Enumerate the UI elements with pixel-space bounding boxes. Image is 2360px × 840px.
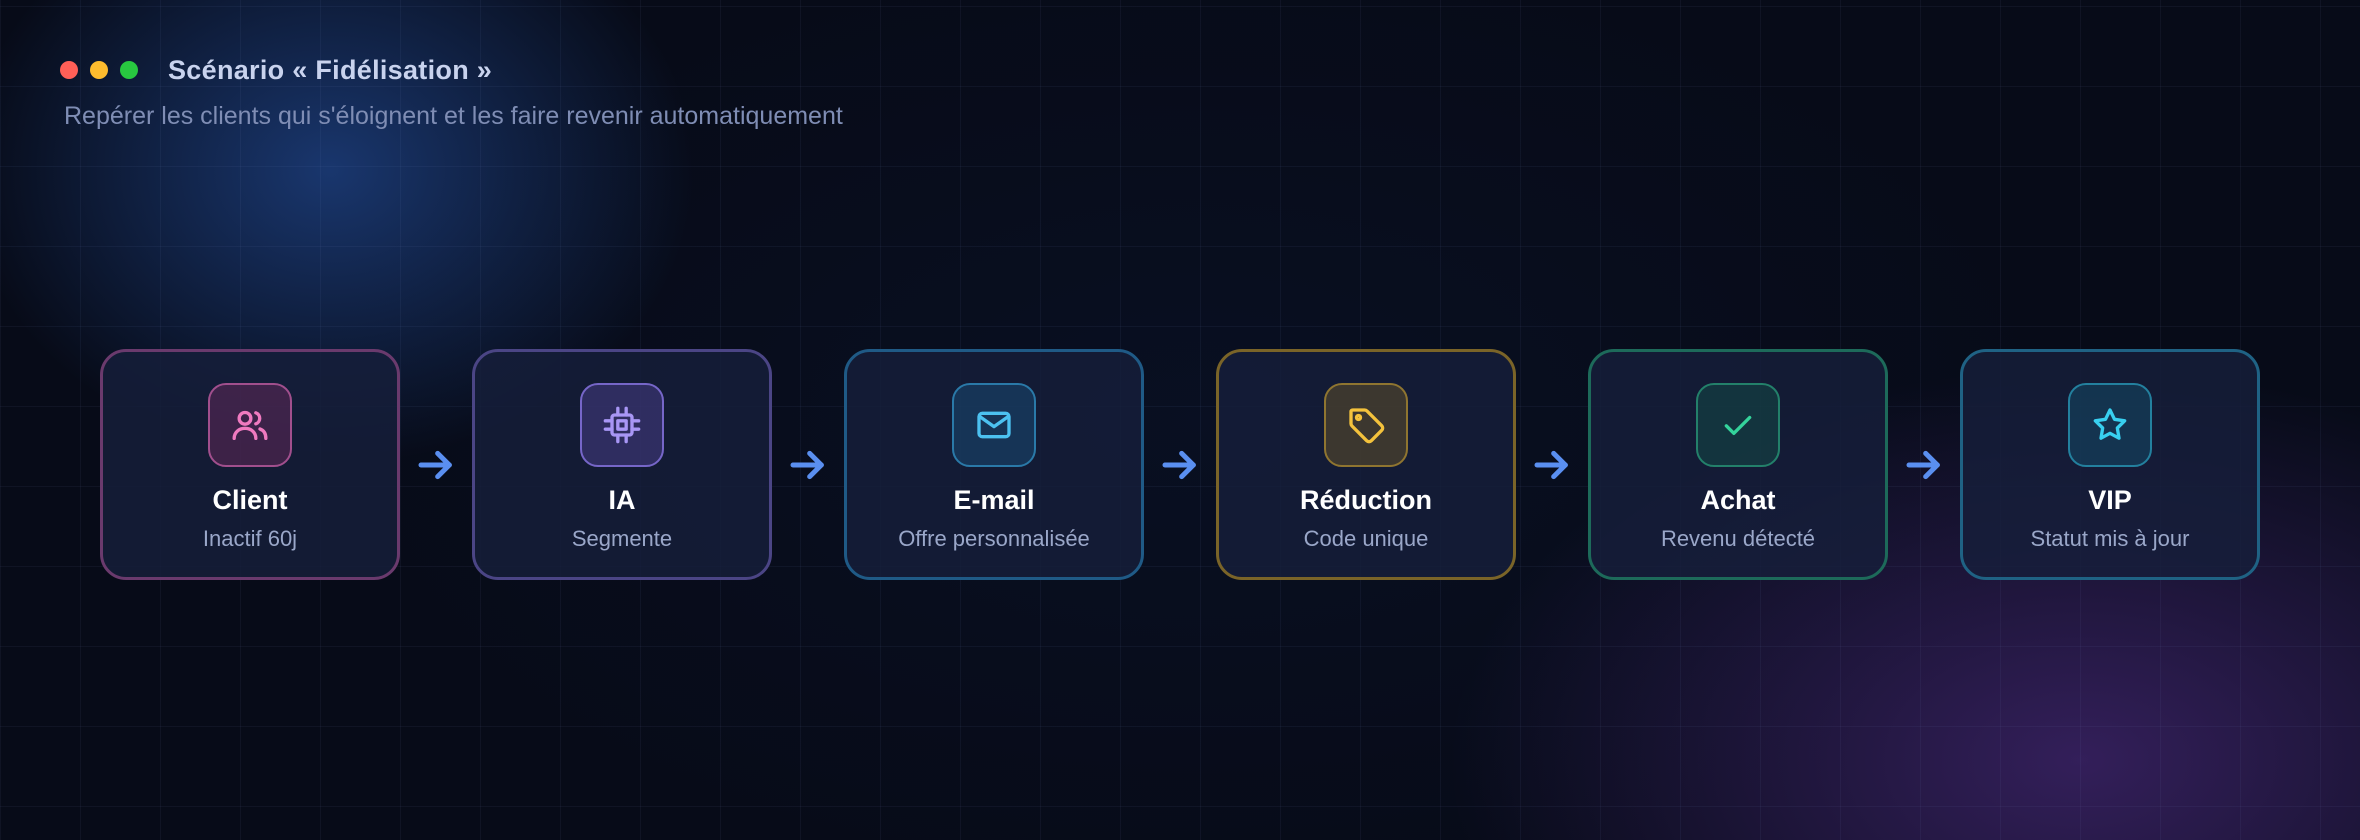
minimize-window-dot[interactable] <box>90 61 108 79</box>
mail-icon <box>952 383 1036 467</box>
step-card-reduction[interactable]: Réduction Code unique <box>1216 349 1516 580</box>
step-subtitle: Segmente <box>571 526 673 551</box>
step-subtitle: Offre personnalisée <box>898 526 1090 551</box>
step-title: Réduction <box>1300 485 1432 515</box>
step-subtitle: Revenu détecté <box>1660 526 1816 551</box>
arrow-right-icon <box>1144 435 1216 495</box>
check-icon <box>1696 383 1780 467</box>
step-title: Client <box>212 485 288 515</box>
maximize-window-dot[interactable] <box>120 61 138 79</box>
step-title: IA <box>608 485 636 515</box>
step-card-email[interactable]: E-mail Offre personnalisée <box>844 349 1144 580</box>
step-subtitle: Inactif 60j <box>202 526 298 551</box>
close-window-dot[interactable] <box>60 61 78 79</box>
workflow-flow: Client Inactif 60j IA Segmente E-mail Of… <box>100 349 2260 580</box>
arrow-right-icon <box>1888 435 1960 495</box>
scenario-title: Scénario « Fidélisation » <box>168 54 493 85</box>
step-card-vip[interactable]: VIP Statut mis à jour <box>1960 349 2260 580</box>
title-row: Scénario « Fidélisation » <box>60 50 843 90</box>
step-subtitle: Statut mis à jour <box>2030 526 2190 551</box>
users-icon <box>208 383 292 467</box>
step-card-achat[interactable]: Achat Revenu détecté <box>1588 349 1888 580</box>
star-icon <box>2068 383 2152 467</box>
arrow-right-icon <box>1516 435 1588 495</box>
tag-icon <box>1324 383 1408 467</box>
step-title: Achat <box>1700 485 1776 515</box>
step-card-ia[interactable]: IA Segmente <box>472 349 772 580</box>
cpu-chip-icon <box>580 383 664 467</box>
step-title: E-mail <box>953 485 1035 515</box>
scenario-subtitle: Repérer les clients qui s'éloignent et l… <box>64 102 843 130</box>
arrow-right-icon <box>400 435 472 495</box>
arrow-right-icon <box>772 435 844 495</box>
scenario-header: Scénario « Fidélisation » Repérer les cl… <box>60 50 843 131</box>
step-title: VIP <box>2088 485 2132 515</box>
step-subtitle: Code unique <box>1303 526 1429 551</box>
step-card-client[interactable]: Client Inactif 60j <box>100 349 400 580</box>
